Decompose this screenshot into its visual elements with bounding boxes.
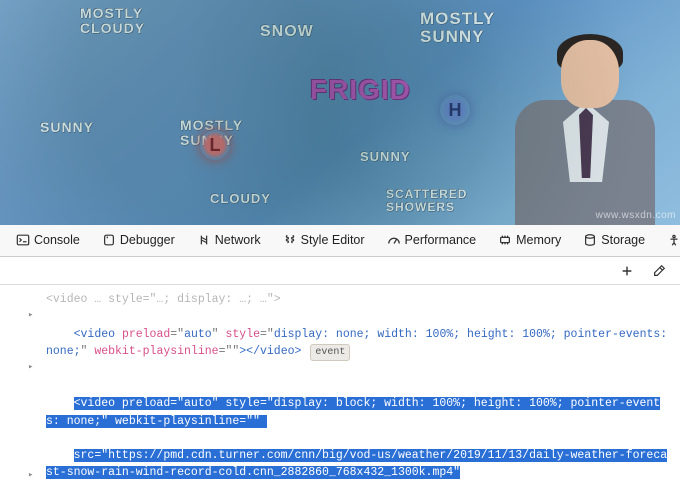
style-editor-icon xyxy=(283,233,297,247)
add-rule-button[interactable] xyxy=(616,260,638,282)
tab-storage[interactable]: Storage xyxy=(573,225,655,256)
tab-console[interactable]: Console xyxy=(6,225,90,256)
tab-label: Network xyxy=(215,233,261,247)
tab-accessibility[interactable]: Access xyxy=(657,225,680,256)
code-line-dim: <video … style="…; display: …; …"> xyxy=(46,291,680,308)
code-line[interactable]: <video preload="auto" style="display: no… xyxy=(46,308,680,378)
tab-label: Debugger xyxy=(120,233,175,247)
debugger-icon xyxy=(102,233,116,247)
label-sunny-se: SUNNY xyxy=(360,150,411,164)
tab-label: Style Editor xyxy=(301,233,365,247)
memory-icon xyxy=(498,233,512,247)
watermark: www.wsxdn.com xyxy=(596,210,676,221)
network-icon xyxy=(197,233,211,247)
tab-network[interactable]: Network xyxy=(187,225,271,256)
high-pressure-icon: H xyxy=(440,95,470,125)
tab-debugger[interactable]: Debugger xyxy=(92,225,185,256)
eyedropper-button[interactable] xyxy=(648,260,670,282)
weather-anchor xyxy=(505,30,665,225)
label-mostly-sunny-c: MOSTLY SUNNY xyxy=(180,118,243,147)
label-cloudy: CLOUDY xyxy=(210,192,271,206)
accessibility-icon xyxy=(667,233,680,247)
label-frigid: FRIGID xyxy=(310,75,411,104)
tab-label: Memory xyxy=(516,233,561,247)
tab-label: Console xyxy=(34,233,80,247)
label-scattered-showers: SCATTERED SHOWERS xyxy=(386,188,467,213)
expand-arrow-icon[interactable]: ▸ xyxy=(28,361,33,375)
code-line-selected[interactable]: <video preload="auto" style="display: bl… xyxy=(46,378,680,500)
label-sunny-w: SUNNY xyxy=(40,120,94,135)
tab-label: Performance xyxy=(405,233,477,247)
devtools-tab-bar: Console Debugger Network Style Editor Pe… xyxy=(0,225,680,257)
performance-icon xyxy=(387,233,401,247)
expand-arrow-icon[interactable]: ▸ xyxy=(28,469,33,483)
storage-icon xyxy=(583,233,597,247)
label-mostly-sunny-ne: MOSTLY SUNNY xyxy=(420,10,495,46)
event-badge[interactable]: event xyxy=(310,344,350,361)
dom-inspector-panel[interactable]: <video … style="…; display: …; …"> ▸ <vi… xyxy=(0,285,680,500)
label-snow: SNOW xyxy=(260,24,314,41)
label-mostly-cloudy: MOSTLY CLOUDY xyxy=(80,6,145,35)
tab-memory[interactable]: Memory xyxy=(488,225,571,256)
expand-arrow-icon[interactable]: ▸ xyxy=(28,309,33,323)
tab-style-editor[interactable]: Style Editor xyxy=(273,225,375,256)
inspector-sub-toolbar xyxy=(0,257,680,285)
tab-label: Storage xyxy=(601,233,645,247)
video-preview[interactable]: MOSTLY CLOUDY SNOW MOSTLY SUNNY FRIGID S… xyxy=(0,0,680,225)
tab-performance[interactable]: Performance xyxy=(377,225,487,256)
low-pressure-icon: L xyxy=(200,130,230,160)
console-icon xyxy=(16,233,30,247)
